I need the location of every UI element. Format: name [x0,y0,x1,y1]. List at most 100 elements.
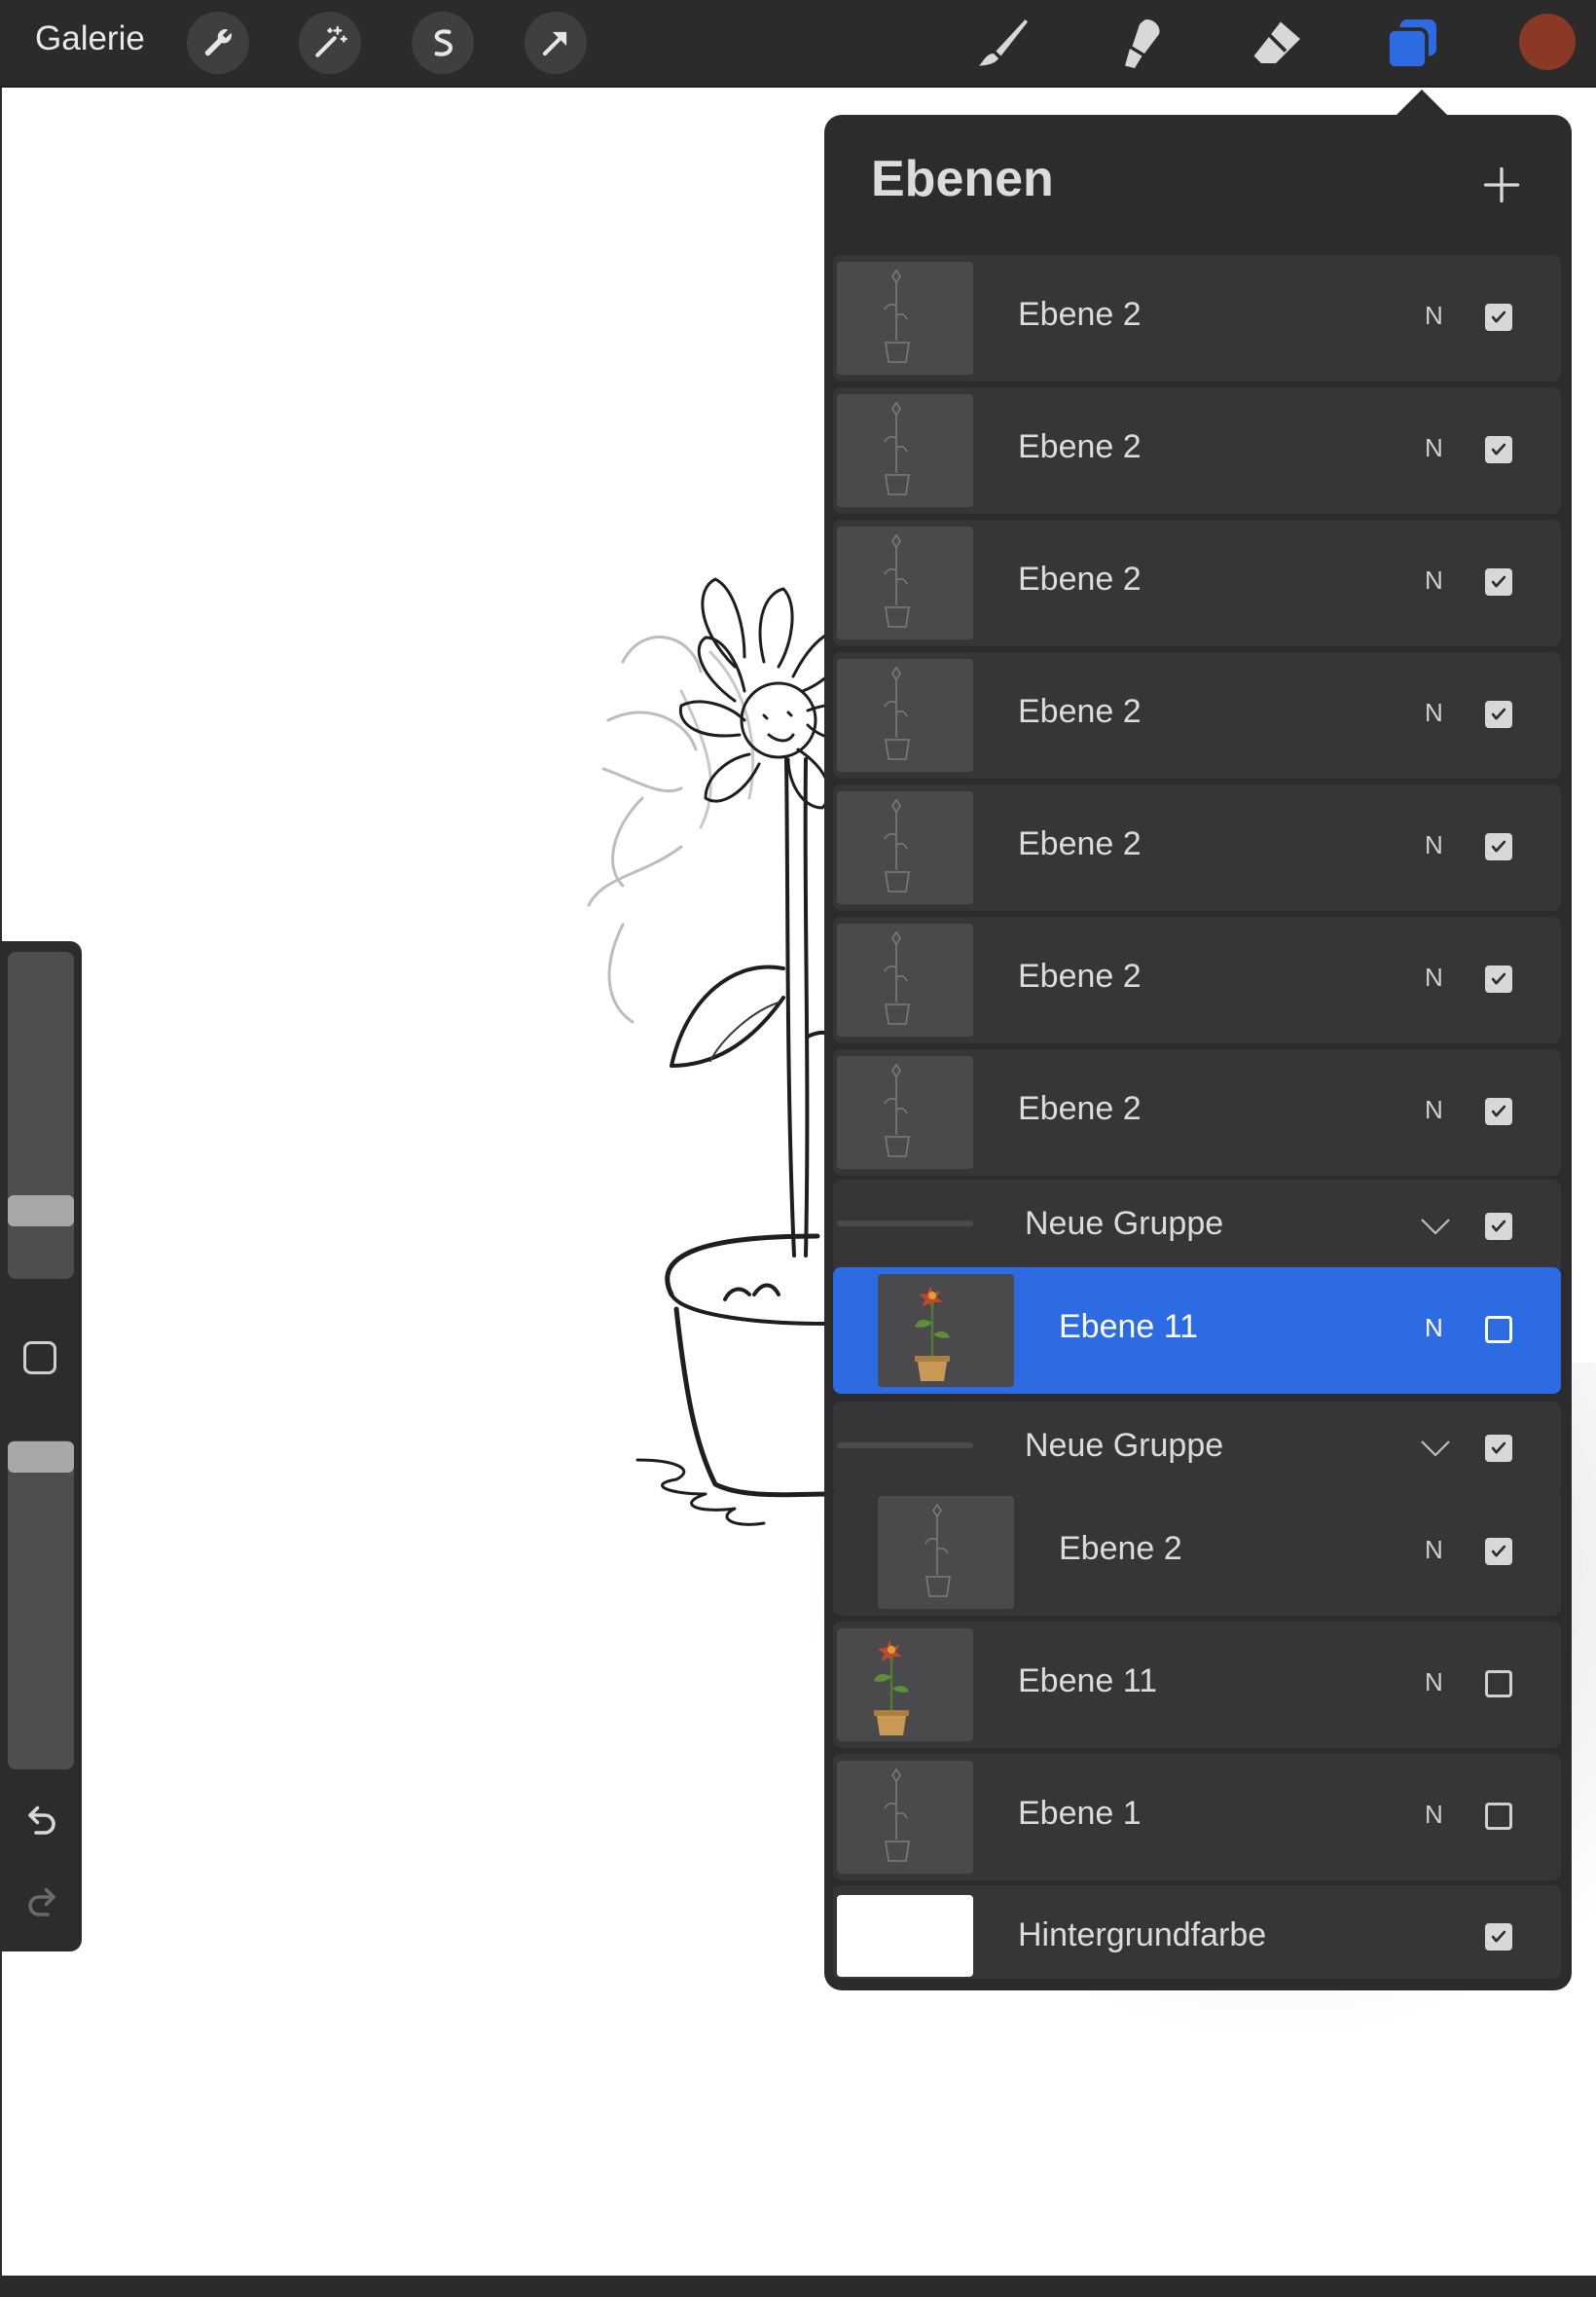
transform-button[interactable] [525,12,587,74]
magic-wand-icon [315,25,347,57]
visibility-checkbox[interactable] [1485,1435,1512,1462]
layer-thumbnail[interactable] [837,262,973,375]
brush-icon [979,19,1028,66]
layer-name: Hintergrundfarbe [1018,1916,1267,1953]
blend-mode-button[interactable]: N [1425,1313,1443,1343]
layer-name: Neue Gruppe [1025,1427,1224,1464]
layers-icon [1386,19,1436,70]
blend-mode-button[interactable]: N [1425,1667,1443,1697]
layer-name: Ebene 2 [1018,1090,1142,1127]
blend-mode-button[interactable]: N [1425,433,1443,463]
selection-button[interactable] [412,12,474,74]
layer-name: Ebene 11 [1059,1308,1199,1345]
color-picker-button[interactable] [1519,14,1576,70]
group-indicator [837,1442,973,1448]
visibility-checkbox[interactable] [1485,436,1512,463]
visibility-checkbox[interactable] [1485,966,1512,993]
eraser-tool[interactable] [1244,12,1308,76]
layer-name: Neue Gruppe [1025,1205,1224,1242]
layer-name: Ebene 2 [1018,428,1142,465]
gallery-button[interactable]: Galerie [35,19,145,58]
chevron-down-icon[interactable] [1418,1215,1453,1238]
layer-row[interactable]: Ebene 2 N [833,255,1561,382]
blend-mode-button[interactable]: N [1425,1095,1443,1125]
visibility-checkbox[interactable] [1485,568,1512,596]
layer-row[interactable]: Ebene 2 N [833,1049,1561,1176]
background-color-swatch[interactable] [837,1895,973,1977]
layer-name: Ebene 2 [1018,958,1142,995]
visibility-checkbox[interactable] [1485,1923,1512,1951]
chevron-down-icon[interactable] [1418,1437,1453,1460]
bottom-bar [0,2276,1596,2297]
visibility-checkbox[interactable] [1485,304,1512,331]
layer-thumbnail[interactable] [837,527,973,639]
modifier-square-icon[interactable] [23,1341,56,1374]
brush-tool[interactable] [971,12,1035,76]
layer-row[interactable]: Ebene 2 N [833,652,1561,779]
layer-thumbnail[interactable] [837,1761,973,1874]
layer-thumbnail[interactable] [878,1274,1014,1387]
layer-row[interactable]: Ebene 1 N [833,1754,1561,1880]
layer-thumbnail[interactable] [837,1628,973,1741]
layer-name: Ebene 2 [1018,693,1142,730]
eraser-icon [1253,21,1300,63]
opacity-handle[interactable] [8,1441,74,1473]
panel-pointer [1396,90,1447,115]
visibility-checkbox[interactable] [1485,1098,1512,1125]
wrench-icon [204,29,232,56]
layer-thumbnail[interactable] [878,1496,1014,1609]
visibility-checkbox[interactable] [1485,1538,1512,1565]
layer-row[interactable]: Ebene 2 N [833,917,1561,1043]
layer-thumbnail[interactable] [837,394,973,507]
visibility-checkbox[interactable] [1485,1213,1512,1240]
smudge-icon [1125,19,1160,68]
layer-name: Ebene 1 [1018,1795,1142,1832]
brush-size-slider[interactable] [8,952,74,1279]
blend-mode-button[interactable]: N [1425,1535,1443,1565]
blend-mode-button[interactable]: N [1425,565,1443,596]
visibility-checkbox[interactable] [1485,1316,1512,1343]
brush-size-handle[interactable] [8,1195,74,1226]
visibility-checkbox[interactable] [1485,701,1512,728]
visibility-checkbox[interactable] [1485,1670,1512,1697]
top-toolbar: Galerie [0,0,1596,88]
layer-name: Ebene 2 [1018,825,1142,862]
layers-tool[interactable] [1380,12,1444,76]
background-layer-row[interactable]: Hintergrundfarbe [833,1885,1561,1979]
layer-group-row[interactable]: Neue Gruppe [833,1180,1561,1273]
layer-group-row[interactable]: Neue Gruppe [833,1402,1561,1495]
visibility-checkbox[interactable] [1485,1803,1512,1830]
redo-icon[interactable] [21,1882,62,1917]
layer-row[interactable]: Ebene 2 N [833,1489,1561,1616]
actions-button[interactable] [187,12,249,74]
layers-panel: Ebenen Ebene 2 N Ebene 2 N Ebene 2 N Ebene 2NE… [824,115,1572,1990]
blend-mode-button[interactable]: N [1425,301,1443,331]
layer-name: Ebene 2 [1018,296,1142,333]
layer-thumbnail[interactable] [837,791,973,904]
layer-row[interactable]: Ebene 2 N [833,387,1561,514]
layer-name: Ebene 2 [1059,1530,1182,1567]
blend-mode-button[interactable]: N [1425,830,1443,860]
layer-name: Ebene 2 [1018,561,1142,598]
layer-row[interactable]: Ebene 11 N [833,1622,1561,1748]
adjustments-button[interactable] [299,12,361,74]
layer-row[interactable]: Ebene 2 N [833,520,1561,646]
opacity-slider[interactable] [8,1440,74,1769]
layer-thumbnail[interactable] [837,924,973,1037]
transform-arrow-icon [542,31,567,56]
smudge-tool[interactable] [1107,12,1172,76]
blend-mode-button[interactable]: N [1425,1800,1443,1830]
blend-mode-button[interactable]: N [1425,698,1443,728]
layer-thumbnail[interactable] [837,1056,973,1169]
undo-icon[interactable] [21,1801,62,1836]
layer-name: Ebene 11 [1018,1662,1158,1699]
panel-title: Ebenen [871,151,1054,207]
layer-thumbnail[interactable] [837,659,973,772]
selection-s-icon [434,29,453,56]
plus-icon[interactable] [1480,164,1523,206]
layer-row[interactable]: Ebene 11 N [833,1267,1561,1394]
visibility-checkbox[interactable] [1485,833,1512,860]
layer-row[interactable]: Ebene 2 N [833,784,1561,911]
group-indicator [837,1221,973,1226]
blend-mode-button[interactable]: N [1425,963,1443,993]
